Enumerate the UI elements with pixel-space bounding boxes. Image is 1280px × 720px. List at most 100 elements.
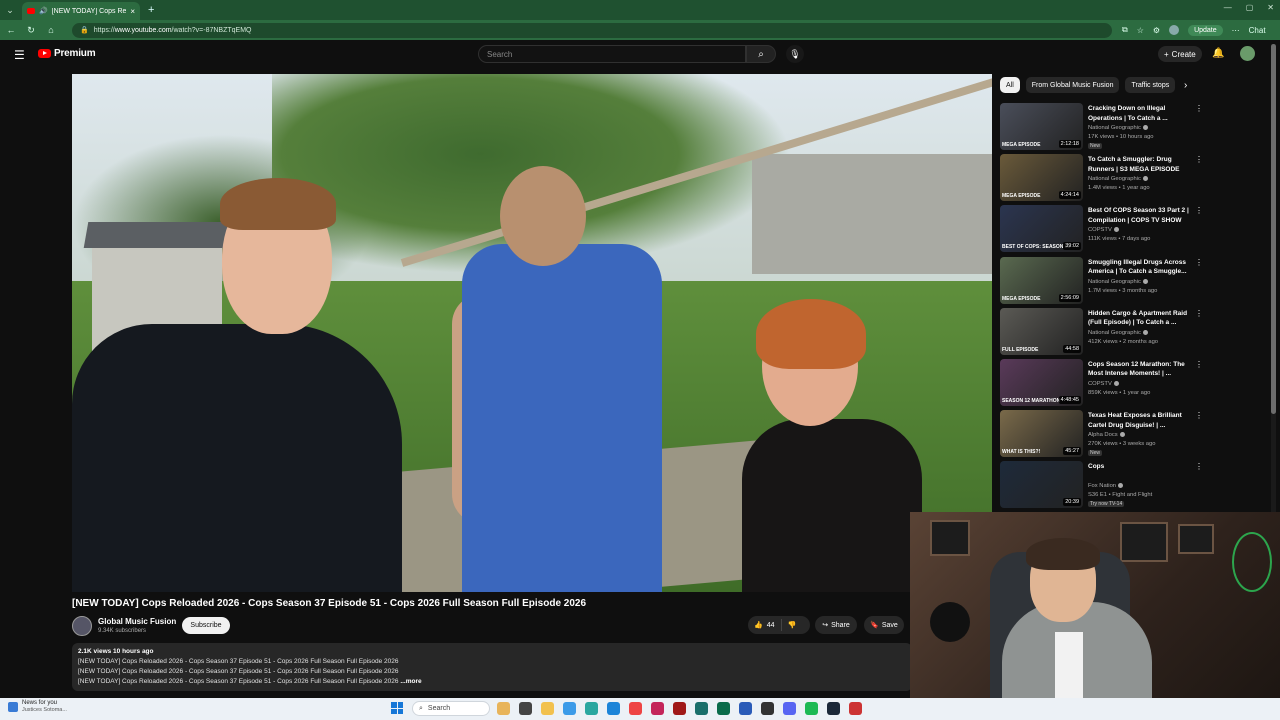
menu-icon[interactable]: ⋯ <box>1232 26 1240 35</box>
file-explorer-icon[interactable] <box>541 702 554 715</box>
chip-all[interactable]: All <box>1000 77 1020 93</box>
recommendation-thumbnail[interactable]: MEGA EPISODE 2:56:09 <box>1000 256 1083 304</box>
recommendation-item[interactable]: BEST OF COPS: SEASON 33 39:02 Best Of COPS… <box>1000 203 1210 254</box>
back-icon[interactable]: ← <box>6 25 16 35</box>
channel-name[interactable]: Global Music Fusion <box>98 617 176 626</box>
browser-tab[interactable]: 🔊 [NEW TODAY] Cops Reloaded × <box>22 2 140 20</box>
new-tab-icon[interactable]: + <box>148 4 154 16</box>
task-view-icon[interactable] <box>519 702 532 715</box>
recommendation-meta: 412K views • 2 months ago <box>1088 338 1159 345</box>
chevron-right-icon[interactable]: › <box>1184 80 1187 91</box>
settings-icon[interactable]: ⚙ <box>1153 26 1160 35</box>
search-button[interactable]: ⌕ <box>746 45 776 63</box>
address-bar-row: ← ↻ ⌂ 🔒 https://www.youtube.com/watch?v=… <box>0 20 1280 40</box>
recommendation-item[interactable]: MEGA EPISODE 2:56:09 Smuggling Illegal Dru… <box>1000 255 1210 306</box>
spotify-icon[interactable] <box>805 702 818 715</box>
recommendation-title[interactable]: Smuggling Illegal Drugs Across America |… <box>1088 258 1194 277</box>
discord-icon[interactable] <box>783 702 796 715</box>
recommendation-thumbnail[interactable]: MEGA EPISODE 2:12:18 <box>1000 103 1083 150</box>
chip-from-channel[interactable]: From Global Music Fusion <box>1025 77 1120 93</box>
description-box[interactable]: 2.1K views 10 hours ago [NEW TODAY] Cops… <box>72 643 912 691</box>
more-options-icon[interactable]: ⋮ <box>1195 309 1203 318</box>
create-button[interactable]: + Create <box>1158 46 1202 62</box>
app-icon[interactable] <box>651 702 664 715</box>
refresh-icon[interactable]: ↻ <box>26 25 36 36</box>
app-icon[interactable] <box>497 702 510 715</box>
app-icon[interactable] <box>629 702 642 715</box>
recommendation-thumbnail[interactable]: WHAT IS THIS?! 45:27 <box>1000 410 1083 458</box>
recommendation-title[interactable]: Best Of COPS Season 33 Part 2 | Compilat… <box>1088 206 1194 225</box>
recommendation-title[interactable]: Cracking Down on Illegal Operations | To… <box>1088 104 1194 123</box>
app-icon[interactable] <box>849 702 862 715</box>
app-icon[interactable] <box>563 702 576 715</box>
video-player[interactable]: FO <box>72 74 992 592</box>
more-options-icon[interactable]: ⋮ <box>1195 206 1203 215</box>
extensions-icon[interactable]: ⧉ <box>1122 25 1128 35</box>
recommendation-item[interactable]: 20:39 Cops Fox Nation S36 E1 • Fight and Fl… <box>1000 459 1210 510</box>
more-options-icon[interactable]: ⋮ <box>1195 258 1203 267</box>
recommendation-title[interactable]: Cops Season 12 Marathon: The Most Intens… <box>1088 360 1194 379</box>
app-icon[interactable] <box>585 702 598 715</box>
steam-icon[interactable] <box>827 702 840 715</box>
voice-search-button[interactable]: 🎙 <box>786 45 804 63</box>
speaker-icon[interactable]: 🔊 <box>39 7 48 15</box>
channel-avatar[interactable] <box>72 616 92 636</box>
recommendation-item[interactable]: WHAT IS THIS?! 45:27 Texas Heat Exposes a … <box>1000 408 1210 459</box>
recommendation-title[interactable]: Cops <box>1088 462 1194 472</box>
recommendation-thumbnail[interactable]: FULL EPISODE 44:58 <box>1000 307 1083 355</box>
url-host: www.youtube.com <box>114 26 172 34</box>
close-tab-icon[interactable]: × <box>130 7 135 16</box>
maximize-icon[interactable]: ▢ <box>1246 3 1254 12</box>
like-count: 44 <box>766 621 775 629</box>
search-input[interactable]: Search <box>478 45 746 63</box>
recommendation-item[interactable]: SEASON 12 MARATHON 4:48:45 Cops Season 12 … <box>1000 357 1210 408</box>
app-icon[interactable] <box>695 702 708 715</box>
scrollbar-thumb[interactable] <box>1271 44 1276 414</box>
recommendation-item[interactable]: MEGA EPISODE 4:24:14 To Catch a Smuggler: … <box>1000 152 1210 203</box>
recommendation-title[interactable]: Texas Heat Exposes a Brilliant Cartel Dr… <box>1088 411 1194 430</box>
like-button[interactable]: 👍 44 <box>748 619 782 631</box>
recommendation-thumbnail[interactable]: MEGA EPISODE 4:24:14 <box>1000 154 1083 202</box>
recommendation-thumbnail[interactable]: SEASON 12 MARATHON 4:48:45 <box>1000 358 1083 406</box>
dislike-button[interactable]: 👎 <box>782 621 803 629</box>
scene-officer-body <box>72 324 402 592</box>
save-button[interactable]: 🔖 Save <box>864 616 904 634</box>
more-link[interactable]: ...more <box>400 678 421 685</box>
profile-icon[interactable] <box>1169 25 1180 35</box>
taskbar-search[interactable]: ⌕ Search <box>412 701 490 716</box>
url-field[interactable]: 🔒 https://www.youtube.com/watch?v=-87NBZ… <box>72 22 1112 38</box>
more-options-icon[interactable]: ⋮ <box>1195 360 1203 369</box>
minimize-icon[interactable]: — <box>1224 3 1232 12</box>
chip-traffic-stops[interactable]: Traffic stops <box>1125 77 1176 93</box>
start-button[interactable] <box>391 702 403 714</box>
app-icon[interactable] <box>761 702 774 715</box>
app-icon[interactable] <box>739 702 752 715</box>
more-options-icon[interactable]: ⋮ <box>1195 462 1203 471</box>
edge-icon[interactable] <box>607 702 620 715</box>
notifications-bell-icon[interactable]: 🔔 <box>1212 48 1224 59</box>
favorite-icon[interactable]: ☆ <box>1137 26 1144 35</box>
update-button[interactable]: Update <box>1188 24 1223 36</box>
share-button[interactable]: ↪ Share <box>815 616 857 634</box>
chat-button[interactable]: Chat <box>1249 26 1266 35</box>
more-options-icon[interactable]: ⋮ <box>1195 411 1203 420</box>
tab-actions-icon[interactable]: ⌄ <box>0 0 20 20</box>
app-icon[interactable] <box>673 702 686 715</box>
app-icon[interactable] <box>717 702 730 715</box>
news-headline: Justices Sotoma... <box>22 707 67 713</box>
more-options-icon[interactable]: ⋮ <box>1195 155 1203 164</box>
recommendation-title[interactable]: Hidden Cargo & Apartment Raid (Full Epis… <box>1088 309 1194 328</box>
recommendation-item[interactable]: FULL EPISODE 44:58 Hidden Cargo & Apartmen… <box>1000 306 1210 357</box>
youtube-logo[interactable]: Premium <box>38 48 96 59</box>
subscribe-button[interactable]: Subscribe <box>182 617 230 634</box>
hamburger-menu-icon[interactable]: ☰ <box>14 48 25 62</box>
close-window-icon[interactable]: ✕ <box>1267 3 1274 12</box>
recommendation-thumbnail[interactable]: 20:39 <box>1000 461 1083 509</box>
account-avatar[interactable] <box>1240 46 1255 61</box>
home-icon[interactable]: ⌂ <box>46 25 56 35</box>
recommendation-thumbnail[interactable]: BEST OF COPS: SEASON 33 39:02 <box>1000 205 1083 253</box>
recommendation-title[interactable]: To Catch a Smuggler: Drug Runners | S3 M… <box>1088 155 1194 174</box>
news-widget[interactable]: News for you Justices Sotoma... <box>8 700 67 714</box>
recommendation-item[interactable]: MEGA EPISODE 2:12:18 Cracking Down on Ille… <box>1000 101 1210 152</box>
more-options-icon[interactable]: ⋮ <box>1195 104 1203 113</box>
